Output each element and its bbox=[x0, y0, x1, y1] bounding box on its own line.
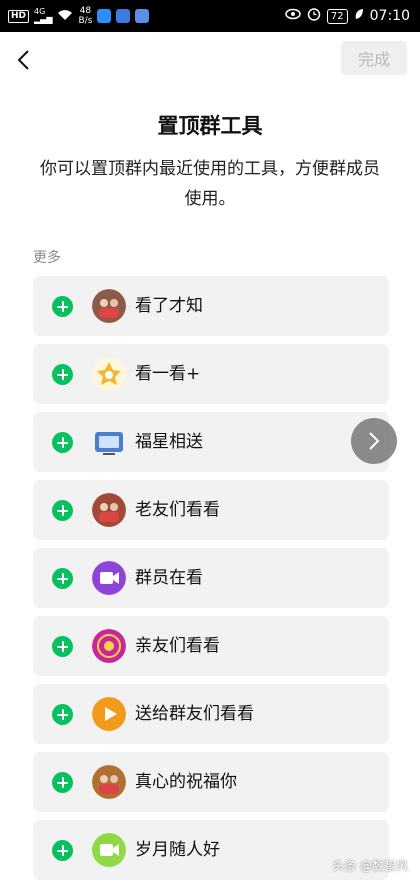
photo-avatar-icon bbox=[92, 493, 126, 527]
add-circle-icon[interactable] bbox=[52, 500, 73, 521]
photo-avatar-icon bbox=[92, 289, 126, 323]
tv-icon bbox=[92, 425, 126, 459]
badge-icon bbox=[92, 629, 126, 663]
network-speed: 48 B/s bbox=[78, 6, 92, 26]
tool-item[interactable]: 亲友们看看 bbox=[33, 616, 389, 676]
add-circle-icon[interactable] bbox=[52, 568, 73, 589]
play-icon bbox=[92, 697, 126, 731]
add-circle-icon[interactable] bbox=[52, 636, 73, 657]
alarm-icon bbox=[307, 7, 321, 25]
section-label: 更多 bbox=[33, 250, 61, 266]
tool-item[interactable]: 看了才知 bbox=[33, 276, 389, 336]
eye-icon bbox=[285, 8, 301, 24]
tool-item[interactable]: 老友们看看 bbox=[33, 480, 389, 540]
tool-item[interactable]: 送给群友们看看 bbox=[33, 684, 389, 744]
battery-level: 72 bbox=[326, 8, 348, 24]
tool-item[interactable]: 看一看+ bbox=[33, 344, 389, 404]
wifi-icon bbox=[57, 9, 73, 24]
tool-item[interactable]: 真心的祝福你 bbox=[33, 752, 389, 812]
back-button[interactable] bbox=[8, 42, 38, 78]
clock: 07:10 bbox=[369, 8, 410, 24]
page-description: 你可以置顶群内最近使用的工具，方便群成员使用。 bbox=[40, 159, 380, 209]
chevron-left-icon bbox=[17, 50, 29, 70]
done-button[interactable]: 完成 bbox=[341, 41, 407, 75]
tool-list: 看了才知看一看+ 福星相送老友们看看群员在看亲友们看看送给群友们看看 真心的祝福你岁… bbox=[33, 276, 389, 881]
app-notification-icon bbox=[135, 9, 150, 23]
status-bar: HD 4G ▂▄▆ 48 B/s 72 07:10 bbox=[0, 0, 420, 32]
tool-name: 看一看+ bbox=[135, 364, 201, 384]
speed-unit: B/s bbox=[78, 16, 93, 26]
add-circle-icon[interactable] bbox=[52, 840, 73, 861]
add-circle-icon[interactable] bbox=[52, 704, 73, 725]
page-title: 置顶群工具 bbox=[157, 114, 263, 138]
add-circle-icon[interactable] bbox=[52, 772, 73, 793]
tool-name: 岁月随人好 bbox=[135, 840, 220, 860]
photo-avatar-icon bbox=[92, 765, 126, 799]
tool-name: 福星相送 bbox=[135, 432, 203, 452]
tool-item[interactable]: 福星相送 bbox=[33, 412, 389, 472]
tool-name: 老友们看看 bbox=[135, 500, 220, 520]
floating-next-button[interactable] bbox=[351, 418, 397, 464]
speed-value: 48 bbox=[79, 6, 92, 16]
add-circle-icon[interactable] bbox=[52, 432, 73, 453]
network-indicator: 4G ▂▄▆ bbox=[34, 8, 52, 24]
tool-name: 真心的祝福你 bbox=[135, 772, 237, 792]
tool-name: 送给群友们看看 bbox=[135, 704, 254, 724]
tool-item[interactable]: 群员在看 bbox=[33, 548, 389, 608]
video-camera-icon bbox=[92, 561, 126, 595]
chevron-right-icon bbox=[369, 432, 380, 450]
star-badge-icon bbox=[92, 357, 126, 391]
tool-name: 群员在看 bbox=[135, 568, 203, 588]
add-circle-icon[interactable] bbox=[52, 364, 73, 385]
tool-name: 看了才知 bbox=[135, 296, 203, 316]
app-notification-icon bbox=[116, 9, 131, 23]
video-camera-icon bbox=[92, 833, 126, 867]
tool-name: 亲友们看看 bbox=[135, 636, 220, 656]
signal-icon: ▂▄▆ bbox=[34, 15, 53, 24]
hd-indicator: HD bbox=[8, 9, 30, 23]
app-notification-icon bbox=[97, 9, 112, 23]
leaf-icon bbox=[354, 8, 364, 24]
watermark: 头条 @数智风 bbox=[332, 859, 408, 873]
add-circle-icon[interactable] bbox=[52, 296, 73, 317]
top-bar: 完成 bbox=[0, 32, 420, 88]
